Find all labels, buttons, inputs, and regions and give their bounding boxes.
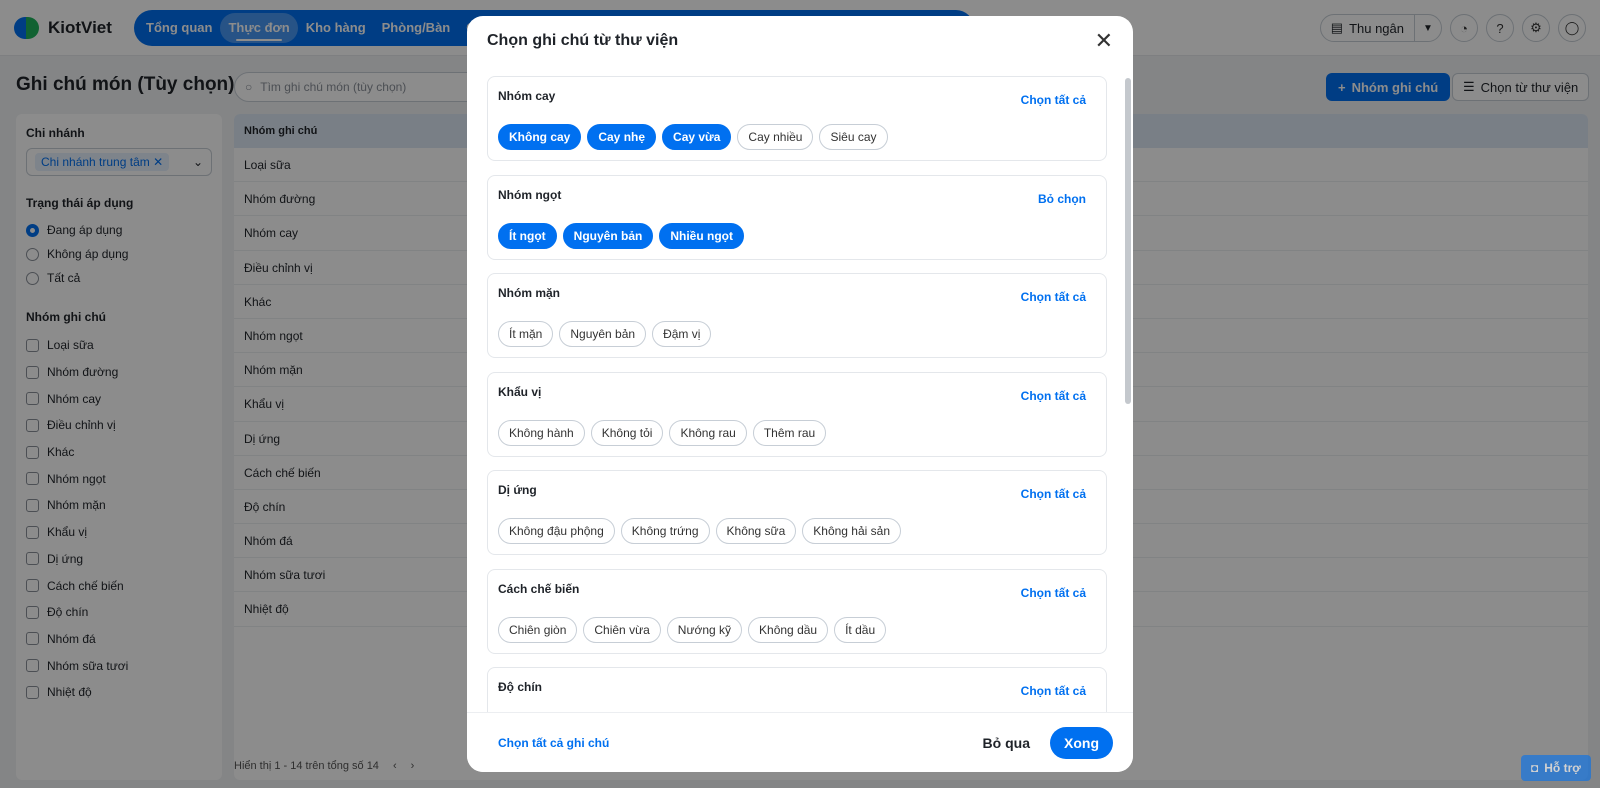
note-chip[interactable]: Không hành [498,419,585,446]
note-group-card: Độ chín Chọn tất cả [487,667,1107,712]
modal-footer: Chọn tất cả ghi chú Bỏ qua Xong [467,712,1133,772]
note-chip[interactable]: Không đậu phộng [498,518,615,544]
note-chip[interactable]: Không dầu [748,616,829,643]
support-label: Hỗ trợ [1544,761,1581,775]
card-title: Khẩu vị [498,384,542,399]
card-action-link[interactable]: Chọn tất cả [1021,389,1086,403]
note-group-card: Nhóm cay Chọn tất cả Không cay Cay nhẹ Cay v… [487,76,1107,161]
cancel-button[interactable]: Bỏ qua [983,735,1030,751]
note-chip[interactable]: Nướng kỹ [666,616,743,643]
card-action-link[interactable]: Chọn tất cả [1021,290,1086,304]
modal-scrollbar[interactable] [1125,78,1131,404]
note-chip[interactable]: Thêm rau [752,419,827,446]
library-modal: Chọn ghi chú từ thư viện ✕ Nhóm cay Chọn … [467,16,1133,772]
note-chip[interactable]: Không sữa [715,518,797,544]
note-chip[interactable]: Không hải sản [802,518,901,544]
card-action-link[interactable]: Bỏ chọn [1038,192,1086,206]
chip-list: Ít ngọt Nguyên bản Nhiều ngọt [498,222,744,249]
note-group-card: Khẩu vị Chọn tất cả Không hành Không tỏi Khô… [487,371,1107,457]
select-all-notes-link[interactable]: Chọn tất cả ghi chú [498,736,609,750]
card-title: Dị ứng [498,483,537,497]
card-action-link[interactable]: Chọn tất cả [1021,93,1086,107]
note-group-card: Dị ứng Chọn tất cả Không đậu phộng Không tr… [487,470,1107,555]
footer-buttons: Bỏ qua Xong [983,726,1113,759]
card-action-link[interactable]: Chọn tất cả [1021,487,1086,501]
chip-list: Chiên giòn Chiên vừa Nướng kỹ Không dầu Ít d… [498,616,887,643]
chip-list: Không cay Cay nhẹ Cay vừa Cay nhiều Siêu cay [498,124,888,150]
close-icon[interactable]: ✕ [1095,30,1113,52]
note-chip[interactable]: Không trứng [620,518,710,544]
note-chip[interactable]: Cay vừa [662,124,732,150]
chip-list: Ít mặn Nguyên bản Đậm vị [498,321,712,347]
note-chip[interactable]: Siêu cay [819,124,888,150]
card-title: Nhóm cay [498,89,556,103]
note-chip[interactable]: Không tỏi [590,419,664,446]
note-chip[interactable]: Nguyên bản [559,321,647,347]
chip-list: Không hành Không tỏi Không rau Thêm rau [498,419,827,446]
card-action-link[interactable]: Chọn tất cả [1021,586,1086,600]
note-group-card: Cách chế biến Chọn tất cả Chiên giòn Chiên … [487,568,1107,654]
note-chip[interactable]: Cay nhẹ [587,124,657,150]
modal-body: Nhóm cay Chọn tất cả Không cay Cay nhẹ Cay v… [487,76,1107,712]
chat-icon: ◘ [1531,761,1539,775]
card-title: Cách chế biến [498,581,580,596]
card-title: Nhóm ngọt [498,187,562,202]
note-group-card: Nhóm ngọt Bỏ chọn Ít ngọt Nguyên bản Nhiều n… [487,174,1107,260]
note-chip[interactable]: Nhiều ngọt [659,222,744,249]
modal-title: Chọn ghi chú từ thư viện [487,32,679,49]
note-group-card: Nhóm mặn Chọn tất cả Ít mặn Nguyên bản Đậm v… [487,273,1107,358]
card-action-link[interactable]: Chọn tất cả [1021,684,1086,698]
chip-list: Không đậu phộng Không trứng Không sữa Không… [498,518,901,544]
note-chip[interactable]: Đậm vị [652,321,712,347]
note-chip[interactable]: Không cay [498,124,582,150]
note-chip[interactable]: Ít dầu [834,616,887,643]
note-chip[interactable]: Cay nhiều [737,124,814,150]
support-button[interactable]: ◘ Hỗ trợ [1521,755,1591,781]
note-chip[interactable]: Ít mặn [498,321,554,347]
note-chip[interactable]: Nguyên bản [562,222,654,249]
card-title: Độ chín [498,680,542,694]
note-chip[interactable]: Chiên giòn [498,616,578,643]
modal-header: Chọn ghi chú từ thư viện ✕ [467,16,1133,66]
card-title: Nhóm mặn [498,286,561,300]
note-chip[interactable]: Không rau [669,419,747,446]
note-chip[interactable]: Chiên vừa [583,616,661,643]
note-chip[interactable]: Ít ngọt [498,222,557,249]
done-button[interactable]: Xong [1050,726,1113,759]
